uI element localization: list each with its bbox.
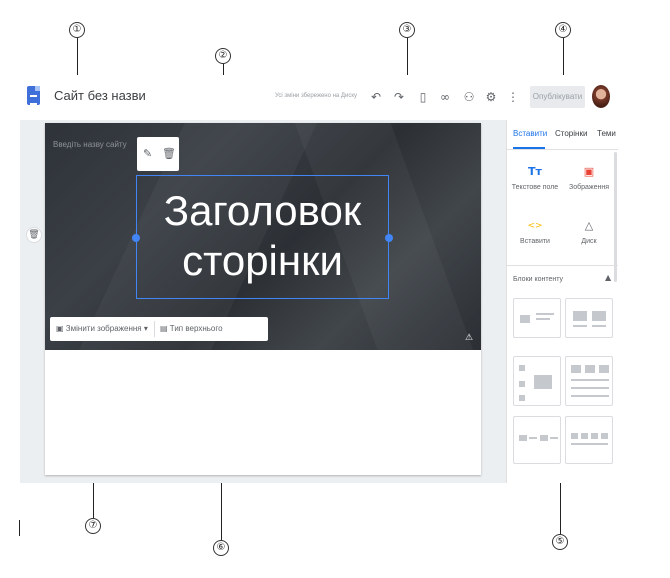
layout-thumb xyxy=(571,433,578,439)
drive-icon: △ xyxy=(584,219,594,232)
resize-handle-right[interactable] xyxy=(385,234,393,242)
content-blocks-label: Блоки контенту xyxy=(513,276,564,283)
divider xyxy=(507,149,618,150)
layout-thumb xyxy=(571,387,609,389)
layout-four-images[interactable] xyxy=(565,416,613,464)
layout-thumb xyxy=(573,311,587,321)
avatar[interactable] xyxy=(592,85,610,108)
callout-1: ① xyxy=(69,22,85,38)
layout-thumb xyxy=(519,381,525,387)
callout-6: ⑥ xyxy=(213,540,229,556)
text-edit-toolbar: ✎ 🗑 xyxy=(137,137,179,171)
header-image[interactable]: Введіть назву сайту ✎ 🗑 Заголовок сторін… xyxy=(45,123,481,350)
page-title-line-1: Заголовок xyxy=(163,187,362,234)
layout-thumb xyxy=(601,433,608,439)
sites-editor-window: Сайт без назви Усі зміни збережено на Ди… xyxy=(20,75,618,483)
change-image-button[interactable]: ▣ Змінити зображення ▾ xyxy=(56,317,148,341)
page-title-line-2: сторінки xyxy=(182,237,343,284)
insert-item-label: Вставити xyxy=(520,238,550,245)
layout-thumb xyxy=(520,315,530,323)
insert-item-label: Зображення xyxy=(568,184,609,191)
layout-thumb xyxy=(529,437,537,439)
tab-pages[interactable]: Сторінки xyxy=(555,129,587,138)
preview-icon[interactable]: ▯ xyxy=(414,88,432,106)
change-image-label: Змінити зображення xyxy=(65,324,142,333)
sites-logo-icon[interactable] xyxy=(27,86,40,105)
share-icon[interactable]: ⚇ xyxy=(460,88,478,106)
image-icon: ▣ xyxy=(56,324,64,333)
layout-thumb xyxy=(536,318,550,320)
layout-thumb xyxy=(519,395,525,401)
layout-thumb xyxy=(540,435,548,441)
save-status: Усі зміни збережено на Диску xyxy=(275,93,358,99)
layout-image-grid[interactable] xyxy=(513,356,561,406)
right-panel: Вставити Сторінки Теми Tт Текстове поле … xyxy=(506,120,618,483)
layout-thumb xyxy=(573,325,587,327)
delete-section-icon[interactable]: 🗑 xyxy=(26,227,42,243)
header-type-button[interactable]: ▤ Тип верхнього колонтитула xyxy=(160,317,268,350)
redo-icon[interactable]: ↷ xyxy=(390,88,408,106)
layout-thumb xyxy=(581,433,588,439)
edit-pencil-icon[interactable]: ✎ xyxy=(143,147,152,160)
page-title[interactable]: Заголовок сторінки xyxy=(137,186,388,286)
insert-embed[interactable]: <> Вставити xyxy=(508,218,562,245)
layout-thumb xyxy=(534,375,552,389)
layout-thumb xyxy=(571,395,609,397)
resize-handle-left[interactable] xyxy=(132,234,140,242)
text-box-icon: Tт xyxy=(528,165,542,178)
divider xyxy=(154,321,155,337)
site-page[interactable]: Введіть назву сайту ✎ 🗑 Заголовок сторін… xyxy=(45,123,481,475)
callout-4: ④ xyxy=(555,22,571,38)
top-bar: Сайт без назви Усі зміни збережено на Ди… xyxy=(20,75,618,120)
divider xyxy=(507,265,618,266)
undo-icon[interactable]: ↶ xyxy=(367,88,385,106)
insert-item-label: Текстове поле xyxy=(511,184,559,191)
text-cursor-mark xyxy=(19,520,20,536)
layout-thumb xyxy=(591,433,598,439)
page-title-box[interactable]: Заголовок сторінки xyxy=(136,175,389,299)
delete-trash-icon[interactable]: 🗑 xyxy=(162,147,176,160)
site-name-placeholder[interactable]: Введіть назву сайту xyxy=(53,140,127,149)
chevron-up-icon[interactable]: ▲ xyxy=(605,273,611,282)
panel-scrollbar[interactable] xyxy=(614,152,617,282)
embed-icon: <> xyxy=(527,221,543,231)
callout-7: ⑦ xyxy=(85,518,101,534)
header-type-label: Тип верхнього колонтитула xyxy=(160,324,223,350)
image-accessibility-icon[interactable]: ⚠ xyxy=(465,333,473,343)
header-type-icon: ▤ xyxy=(160,324,168,333)
callout-5: ⑤ xyxy=(552,534,568,550)
site-title[interactable]: Сайт без назви xyxy=(54,88,146,103)
insert-drive[interactable]: △ Диск xyxy=(562,218,616,245)
layout-thumb xyxy=(571,379,609,381)
header-options-bar: ▣ Змінити зображення ▾ ▤ Тип верхнього к… xyxy=(50,317,268,350)
layout-thumb xyxy=(585,365,595,373)
layout-thumb xyxy=(599,365,609,373)
chevron-down-icon: ▾ xyxy=(143,324,148,333)
insert-item-label: Диск xyxy=(581,238,597,245)
callout-3: ③ xyxy=(399,22,415,38)
layout-thumb xyxy=(536,313,554,315)
publish-button[interactable]: Опублікувати xyxy=(530,86,585,108)
layout-thumb xyxy=(519,435,527,441)
layout-three-columns[interactable] xyxy=(565,356,613,406)
layout-thumb xyxy=(571,365,581,373)
tab-insert[interactable]: Вставити xyxy=(513,129,547,138)
layout-two-images[interactable] xyxy=(565,298,613,338)
layout-thumb xyxy=(550,437,558,439)
layout-image-text[interactable] xyxy=(513,298,561,338)
tab-themes[interactable]: Теми xyxy=(597,129,616,138)
link-icon[interactable]: ∞ xyxy=(436,88,454,106)
settings-icon[interactable]: ⚙ xyxy=(482,88,500,106)
layout-two-blocks[interactable] xyxy=(513,416,561,464)
insert-image[interactable]: ▣ Зображення xyxy=(562,164,616,191)
more-icon[interactable]: ⋮ xyxy=(504,88,522,106)
callout-2: ② xyxy=(215,48,231,64)
layout-thumb xyxy=(592,325,606,327)
layout-thumb xyxy=(592,311,606,321)
image-icon: ▣ xyxy=(583,165,595,178)
layout-thumb xyxy=(571,443,608,445)
insert-text-box[interactable]: Tт Текстове поле xyxy=(508,164,562,191)
layout-thumb xyxy=(519,365,525,371)
